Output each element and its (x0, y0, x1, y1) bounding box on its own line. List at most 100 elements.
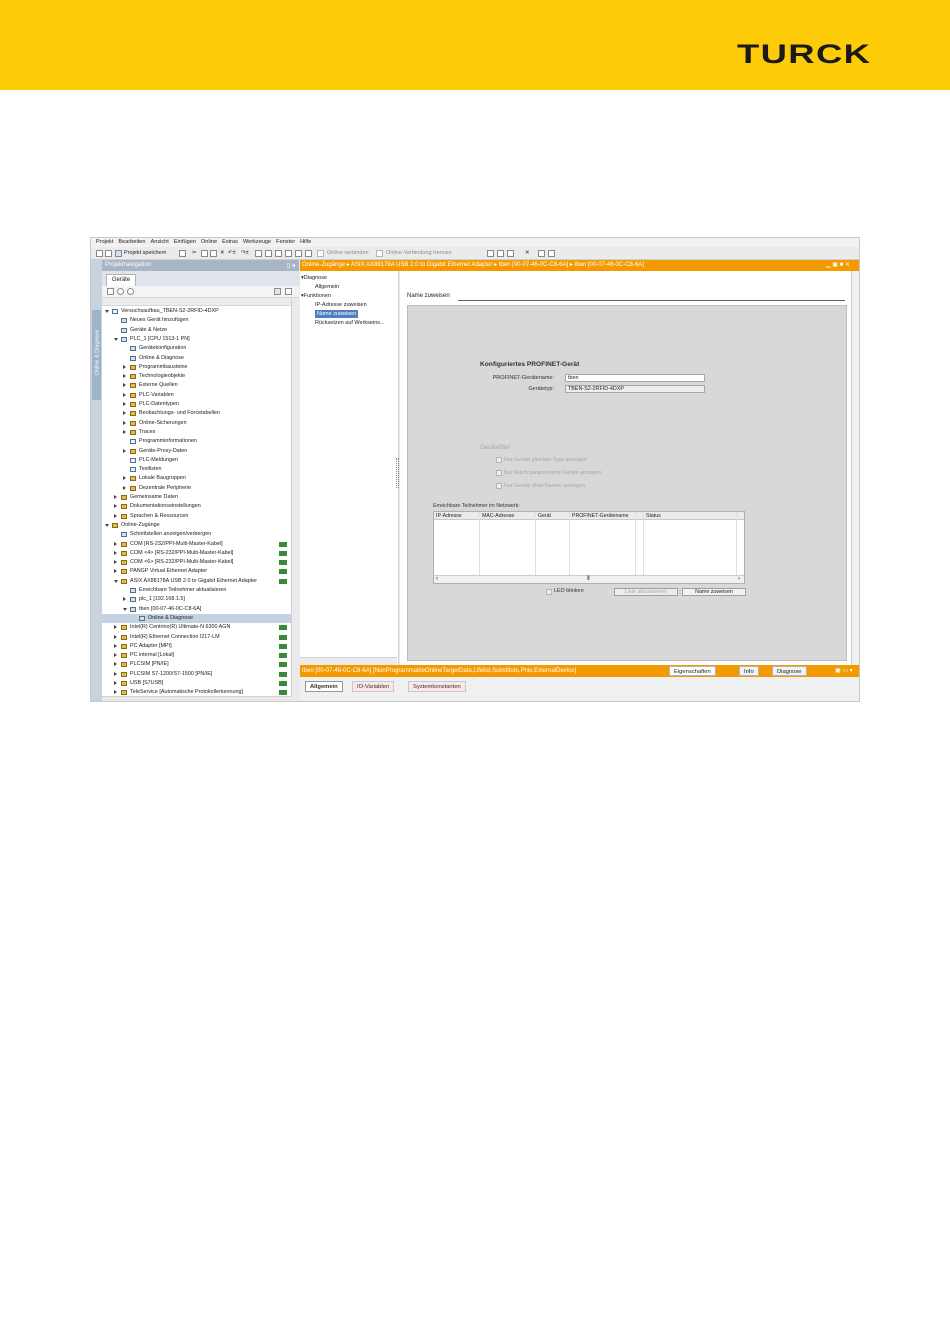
go-offline-icon[interactable] (376, 250, 383, 257)
compile-icon[interactable] (255, 250, 262, 257)
table-scrollbar[interactable]: ‹ ⦀ › (434, 575, 744, 583)
expand-closed-icon[interactable] (123, 420, 126, 425)
tree-item[interactable]: Gerätekonfiguration (102, 344, 292, 353)
tab-io-variablen[interactable]: IO-Variablen (352, 681, 395, 692)
expand-closed-icon[interactable] (123, 364, 126, 369)
scroll-grip-icon[interactable]: ⦀ (587, 576, 590, 583)
accessible-devices-icon[interactable] (487, 250, 494, 257)
tab-geraete[interactable]: Geräte (106, 274, 136, 286)
nav-vertical-scrollbar[interactable] (291, 298, 299, 701)
content-scrollbar[interactable] (851, 271, 859, 665)
expand-closed-icon[interactable] (123, 392, 126, 397)
tree-item[interactable]: plc_1 [192.168.1.5] (102, 595, 292, 604)
expand-closed-icon[interactable] (114, 513, 117, 518)
tree-item[interactable]: Sprachen & Ressourcen (102, 512, 292, 521)
function-item[interactable]: Rücksetzen auf Werkseins... (315, 319, 385, 327)
tree-item[interactable]: Technologieobjekte (102, 372, 292, 381)
simulation-icon[interactable] (295, 250, 302, 257)
upload-icon[interactable] (265, 250, 272, 257)
tree-item[interactable]: Lokale Baugruppen (102, 474, 292, 483)
function-tree-scrollbar[interactable] (300, 657, 397, 665)
expand-closed-icon[interactable] (114, 634, 117, 639)
delete-icon[interactable]: ✕ (220, 250, 225, 257)
assign-name-button[interactable]: Name zuweisen (682, 588, 746, 596)
expand-closed-icon[interactable] (114, 662, 117, 667)
expand-open-icon[interactable] (105, 310, 109, 313)
undo-icon[interactable]: ↶± (228, 250, 236, 257)
expand-closed-icon[interactable] (123, 429, 126, 434)
tree-item[interactable]: Dokumentationseinstellungen (102, 502, 292, 511)
nav-pin-icon[interactable]: ▯ ◂ (287, 262, 295, 269)
tree-item[interactable]: PLC_1 [CPU 1513-1 PN] (102, 335, 292, 344)
editor-window-controls-icon[interactable]: ▁ ▣ ■ ✕ (826, 260, 855, 271)
paste-icon[interactable] (210, 250, 217, 257)
tree-item[interactable]: Programmbausteine (102, 363, 292, 372)
go-offline-button[interactable]: Online-Verbindung trennen (386, 250, 452, 257)
expand-open-icon[interactable] (105, 523, 109, 527)
expand-closed-icon[interactable] (114, 560, 117, 565)
tree-item[interactable]: Geräte & Netze (102, 326, 292, 335)
tree-item[interactable]: PLC-Meldungen (102, 456, 292, 465)
tree-item[interactable]: PLC-Datentypen (102, 400, 292, 409)
download-icon[interactable] (275, 250, 282, 257)
tab-systemkonstanten[interactable]: Systemkonstanten (408, 681, 466, 692)
save-project-button[interactable]: Projekt speichern (124, 250, 167, 257)
tree-item[interactable]: COM <4> [RS-232/PPI-Multi-Master-Kabel] (102, 549, 292, 558)
tab-diagnose[interactable]: Diagnose (772, 666, 807, 676)
tree-item[interactable]: Versuchsaufbau_TBEN-S2-2RFID-4DXP (102, 307, 292, 316)
split-horizontal-icon[interactable] (538, 250, 545, 257)
tree-item[interactable]: Dezentrale Peripherie (102, 484, 292, 493)
menu-item[interactable]: Hilfe (300, 238, 311, 247)
expand-closed-icon[interactable] (123, 374, 126, 379)
tree-item[interactable]: ASIX AX88178A USB 2.0 to Gigabit Etherne… (102, 577, 292, 586)
filter-no-name-checkbox[interactable] (496, 483, 502, 489)
tree-item[interactable]: Neues Gerät hinzufügen (102, 316, 292, 325)
tree-item[interactable]: Intel(R) Centrino(R) Ultimate-N 6300 AGN (102, 623, 292, 632)
function-item[interactable]: ▾ Diagnose (301, 274, 327, 282)
device-name-field[interactable]: tben (565, 374, 705, 382)
save-icon[interactable] (115, 250, 122, 257)
tree-item[interactable]: Online & Diagnose (102, 613, 292, 624)
expand-closed-icon[interactable] (114, 643, 117, 648)
expand-closed-icon[interactable] (123, 476, 126, 481)
filter-same-type-checkbox[interactable] (496, 457, 502, 463)
col-ip-address[interactable]: IP-Adresse (436, 512, 462, 520)
expand-closed-icon[interactable] (114, 569, 117, 574)
expand-closed-icon[interactable] (123, 485, 126, 490)
copy-icon[interactable] (201, 250, 208, 257)
menu-item[interactable]: Fenster (276, 238, 295, 247)
scroll-left-icon[interactable]: ‹ (436, 576, 438, 583)
menu-item[interactable]: Werkzeuge (243, 238, 271, 247)
tree-item[interactable]: PLCSIM S7-1200/S7-1500 [PN/IE] (102, 670, 292, 679)
expand-closed-icon[interactable] (123, 402, 126, 406)
monitor-icon[interactable] (305, 250, 312, 257)
tab-info[interactable]: Info (739, 666, 759, 676)
tree-item[interactable]: Traces (102, 428, 292, 437)
tree-item[interactable]: PC Adapter [MPI] (102, 642, 292, 651)
go-online-icon[interactable] (317, 250, 324, 257)
tree-item[interactable]: Gemeinsame Daten (102, 493, 292, 502)
tree-item[interactable]: Beobachtungs- und Forcetabellen (102, 409, 292, 418)
tree-item[interactable]: Online-Sicherungen (102, 419, 292, 428)
function-item[interactable]: IP-Adresse zuweisen (315, 301, 367, 309)
function-item[interactable]: ▾ Funktionen (301, 292, 331, 300)
tree-item[interactable]: Textlisten (102, 465, 292, 474)
tab-eigenschaften[interactable]: Eigenschaften (669, 666, 716, 676)
split-vertical-icon[interactable] (548, 250, 555, 257)
function-item[interactable]: Name zuweisen (315, 310, 359, 318)
tree-item[interactable]: PC internal [Lokal] (102, 651, 292, 660)
inspector-window-controls-icon[interactable]: ▣ ▭ ▾ (835, 666, 853, 676)
go-online-button[interactable]: Online verbinden (327, 250, 369, 257)
expand-closed-icon[interactable] (123, 597, 126, 602)
col-device[interactable]: Gerät (538, 512, 551, 520)
expand-closed-icon[interactable] (114, 690, 117, 695)
expand-open-icon[interactable] (123, 607, 127, 611)
menu-item[interactable]: Projekt (96, 238, 113, 247)
filter-wrong-params-checkbox[interactable] (496, 470, 502, 476)
cross-reference-icon[interactable] (497, 250, 504, 257)
new-project-icon[interactable] (96, 250, 103, 257)
scroll-right-icon[interactable]: › (738, 576, 740, 583)
stop-cpu-icon[interactable] (507, 250, 514, 257)
tree-item[interactable]: Programminformationen (102, 437, 292, 446)
expand-closed-icon[interactable] (114, 504, 117, 509)
